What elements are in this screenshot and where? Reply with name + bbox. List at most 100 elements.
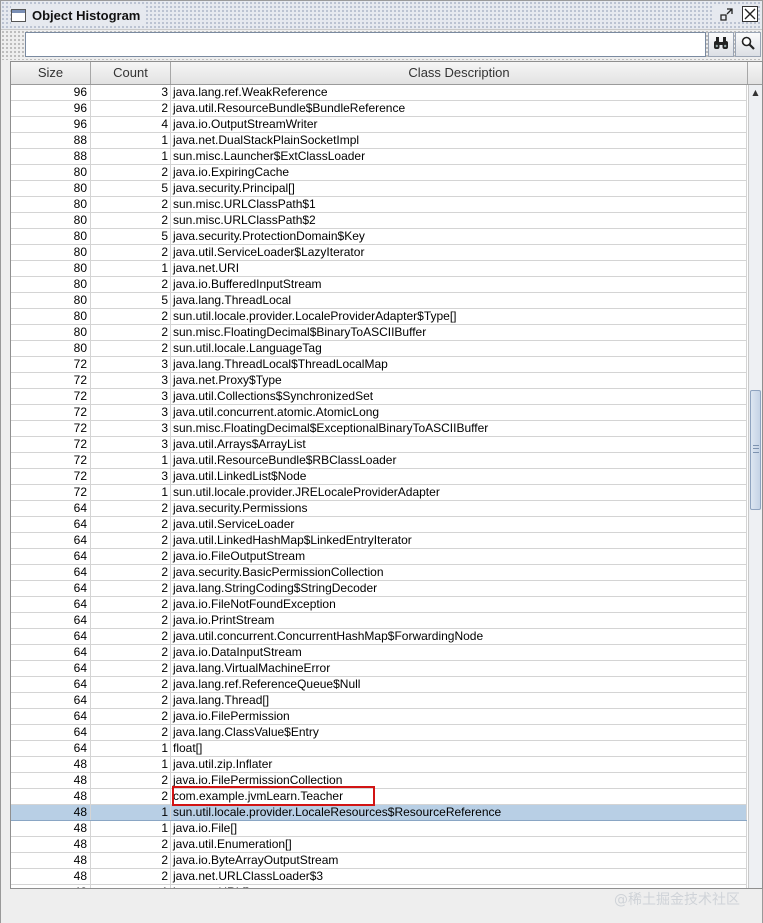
cell-count: 1 xyxy=(91,757,171,772)
table-row[interactable]: 72 3 java.util.Arrays$ArrayList xyxy=(11,437,747,453)
column-header-size[interactable]: Size xyxy=(11,62,91,84)
table-row[interactable]: 48 2 java.io.FilePermissionCollection xyxy=(11,773,747,789)
table-row[interactable]: 48 2 java.util.Enumeration[] xyxy=(11,837,747,853)
table-row[interactable]: 80 2 sun.util.locale.provider.LocaleProvid… xyxy=(11,309,747,325)
table-row[interactable]: 64 2 java.lang.ClassValue$Entry xyxy=(11,725,747,741)
cell-size: 72 xyxy=(11,421,91,436)
cell-class-description: float[] xyxy=(171,741,747,756)
table-row[interactable]: 64 2 java.lang.Thread[] xyxy=(11,693,747,709)
cell-size: 64 xyxy=(11,741,91,756)
watermark: @稀土掘金技术社区 xyxy=(614,892,740,908)
table-row[interactable]: 72 1 java.util.ResourceBundle$RBClassLoade… xyxy=(11,453,747,469)
table-row[interactable]: 64 2 java.io.FileNotFoundException xyxy=(11,597,747,613)
table-row[interactable]: 72 3 sun.misc.FloatingDecimal$ExceptionalB… xyxy=(11,421,747,437)
search-input[interactable] xyxy=(25,32,706,57)
table-row[interactable]: 80 2 java.io.ExpiringCache xyxy=(11,165,747,181)
table-row[interactable]: 64 2 java.lang.VirtualMachineError xyxy=(11,661,747,677)
cell-size: 80 xyxy=(11,261,91,276)
cell-size: 88 xyxy=(11,149,91,164)
cell-count: 3 xyxy=(91,389,171,404)
cell-size: 72 xyxy=(11,405,91,420)
cell-count: 1 xyxy=(91,149,171,164)
table-row[interactable]: 80 5 java.security.ProtectionDomain$Key xyxy=(11,229,747,245)
cell-class-description: java.util.Enumeration[] xyxy=(171,837,747,852)
scroll-up-arrow-icon[interactable]: ▲ xyxy=(749,85,762,99)
table-row[interactable]: 88 1 java.net.DualStackPlainSocketImpl xyxy=(11,133,747,149)
table-row[interactable]: 80 5 java.security.Principal[] xyxy=(11,181,747,197)
table-row[interactable]: 72 3 java.net.Proxy$Type xyxy=(11,373,747,389)
table-row[interactable]: 48 1 sun.util.locale.provider.LocaleResour… xyxy=(11,805,747,821)
restore-icon[interactable] xyxy=(718,6,734,22)
table-row[interactable]: 64 2 java.security.BasicPermissionCollecti… xyxy=(11,565,747,581)
cell-count: 2 xyxy=(91,501,171,516)
cell-size: 48 xyxy=(11,821,91,836)
cell-count: 2 xyxy=(91,565,171,580)
table-row[interactable]: 64 2 java.io.PrintStream xyxy=(11,613,747,629)
cell-class-description: sun.util.locale.provider.LocaleProviderA… xyxy=(171,309,747,324)
table-row[interactable]: 64 2 java.util.LinkedHashMap$LinkedEntryIt… xyxy=(11,533,747,549)
cell-class-description: sun.misc.URLClassPath$2 xyxy=(171,213,747,228)
table-row[interactable]: 96 3 java.lang.ref.WeakReference xyxy=(11,85,747,101)
table-row[interactable]: 72 3 java.util.concurrent.atomic.AtomicLon… xyxy=(11,405,747,421)
table-row[interactable]: 80 2 sun.misc.FloatingDecimal$BinaryToASCI… xyxy=(11,325,747,341)
table-row[interactable]: 72 3 java.util.LinkedList$Node xyxy=(11,469,747,485)
cell-size: 80 xyxy=(11,277,91,292)
table-row[interactable]: 64 2 java.util.ServiceLoader xyxy=(11,517,747,533)
table-row[interactable]: 80 2 java.util.ServiceLoader$LazyIterator xyxy=(11,245,747,261)
table-row[interactable]: 64 2 java.io.FilePermission xyxy=(11,709,747,725)
table-row[interactable]: 72 3 java.lang.ThreadLocal$ThreadLocalMap xyxy=(11,357,747,373)
column-header-count[interactable]: Count xyxy=(91,62,171,84)
table-body: 96 3 java.lang.ref.WeakReference 96 2 java.ut… xyxy=(11,85,747,888)
table-row[interactable]: 48 2 com.example.jvmLearn.Teacher xyxy=(11,789,747,805)
cell-class-description: java.lang.StringCoding$StringDecoder xyxy=(171,581,747,596)
cell-size: 48 xyxy=(11,757,91,772)
table-row[interactable]: 64 2 java.lang.ref.ReferenceQueue$Null xyxy=(11,677,747,693)
cell-class-description: java.util.Collections$SynchronizedSet xyxy=(171,389,747,404)
cell-count: 2 xyxy=(91,597,171,612)
table-row[interactable]: 96 4 java.io.OutputStreamWriter xyxy=(11,117,747,133)
scrollbar-thumb[interactable] xyxy=(750,390,761,510)
table-row[interactable]: 72 3 java.util.Collections$SynchronizedSet xyxy=(11,389,747,405)
table-row[interactable]: 88 1 sun.misc.Launcher$ExtClassLoader xyxy=(11,149,747,165)
cell-size: 64 xyxy=(11,613,91,628)
vertical-scrollbar[interactable]: ▲ xyxy=(748,85,762,888)
cell-size: 72 xyxy=(11,373,91,388)
table-row[interactable]: 64 2 java.io.DataInputStream xyxy=(11,645,747,661)
cell-size: 72 xyxy=(11,389,91,404)
cell-class-description: java.security.Permissions xyxy=(171,501,747,516)
cell-count: 2 xyxy=(91,661,171,676)
table-row[interactable]: 64 2 java.io.FileOutputStream xyxy=(11,549,747,565)
table-row[interactable]: 96 2 java.util.ResourceBundle$BundleRefere… xyxy=(11,101,747,117)
cell-size: 64 xyxy=(11,725,91,740)
cell-class-description: sun.misc.Launcher$ExtClassLoader xyxy=(171,149,747,164)
cell-class-description: java.net.DualStackPlainSocketImpl xyxy=(171,133,747,148)
table-row[interactable]: 48 1 java.io.File[] xyxy=(11,821,747,837)
zoom-button[interactable] xyxy=(735,32,761,57)
table-row[interactable]: 64 2 java.security.Permissions xyxy=(11,501,747,517)
table-row[interactable]: 48 2 java.io.ByteArrayOutputStream xyxy=(11,853,747,869)
table-row[interactable]: 72 1 sun.util.locale.provider.JRELocalePro… xyxy=(11,485,747,501)
cell-size: 48 xyxy=(11,773,91,788)
table-row[interactable]: 80 2 sun.util.locale.LanguageTag xyxy=(11,341,747,357)
close-icon[interactable] xyxy=(742,6,758,22)
cell-count: 1 xyxy=(91,453,171,468)
table-row[interactable]: 80 2 java.io.BufferedInputStream xyxy=(11,277,747,293)
cell-class-description: java.lang.ClassValue$Entry xyxy=(171,725,747,740)
cell-class-description: java.io.ByteArrayOutputStream xyxy=(171,853,747,868)
title-bar[interactable]: Object Histogram xyxy=(1,1,762,30)
window-icon xyxy=(11,8,26,22)
table-row[interactable]: 48 1 java.util.zip.Inflater xyxy=(11,757,747,773)
cell-class-description: java.lang.Thread[] xyxy=(171,693,747,708)
table-row[interactable]: 80 1 java.net.URI xyxy=(11,261,747,277)
table-row[interactable]: 64 2 java.util.concurrent.ConcurrentHashMa… xyxy=(11,629,747,645)
cell-count: 1 xyxy=(91,805,171,820)
table-row[interactable]: 80 2 sun.misc.URLClassPath$2 xyxy=(11,213,747,229)
table-row[interactable]: 80 2 sun.misc.URLClassPath$1 xyxy=(11,197,747,213)
cell-size: 80 xyxy=(11,309,91,324)
table-row[interactable]: 80 5 java.lang.ThreadLocal xyxy=(11,293,747,309)
column-header-class-description[interactable]: Class Description xyxy=(171,62,748,84)
find-button[interactable] xyxy=(708,32,734,57)
table-row[interactable]: 64 1 float[] xyxy=(11,741,747,757)
table-row[interactable]: 48 2 java.net.URLClassLoader$3 xyxy=(11,869,747,885)
table-row[interactable]: 64 2 java.lang.StringCoding$StringDecoder xyxy=(11,581,747,597)
